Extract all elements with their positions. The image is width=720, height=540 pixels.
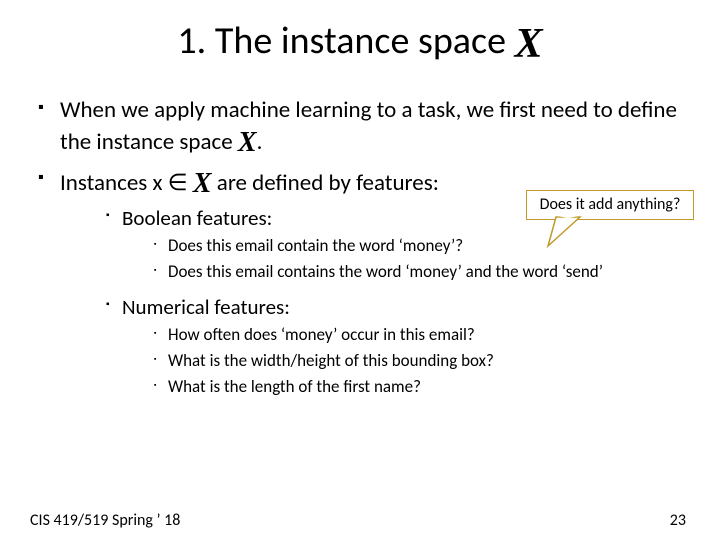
bullet-1-text-a: When we apply machine learning to a task… <box>60 96 677 156</box>
callout-tail-icon <box>550 214 590 254</box>
footer-page-number: 23 <box>670 511 686 530</box>
footer-course: CIS 419/519 Spring ’ 18 <box>30 511 180 530</box>
slide-body: When we apply machine learning to a task… <box>0 96 720 399</box>
bullet-1: When we apply machine learning to a task… <box>38 96 682 160</box>
bullet-1-symbol-x: X <box>238 127 257 158</box>
bullet-2-text-c: are defined by features: <box>212 169 439 197</box>
num-item-1: How often does ‘money’ occur in this ema… <box>154 324 682 347</box>
boolean-items: Does this email contain the word ‘money’… <box>122 235 682 284</box>
slide-title: 1. The instance space X <box>0 18 720 68</box>
bool-item-2: Does this email contains the word ‘money… <box>154 261 682 284</box>
sub-numerical-label: Numerical features: <box>122 294 290 320</box>
title-symbol-x: X <box>515 21 543 67</box>
bullet-2-text-a: Instances x <box>60 169 168 197</box>
sub-boolean-label: Boolean features: <box>122 205 272 231</box>
bullet-2-symbol-x: X <box>193 168 212 199</box>
bullet-1-text-b: . <box>257 128 263 156</box>
bool-item-1: Does this email contain the word ‘money’… <box>154 235 682 258</box>
sub-numerical: Numerical features: How often does ‘mone… <box>106 294 682 399</box>
num-item-2: What is the width/height of this boundin… <box>154 350 682 373</box>
callout: Does it add anything? <box>526 190 694 220</box>
numerical-items: How often does ‘money’ occur in this ema… <box>122 324 682 399</box>
num-item-3: What is the length of the first name? <box>154 376 682 399</box>
slide: 1. The instance space X When we apply ma… <box>0 18 720 540</box>
title-text: 1. The instance space <box>177 18 514 64</box>
element-of-symbol: ∈ <box>168 170 188 195</box>
